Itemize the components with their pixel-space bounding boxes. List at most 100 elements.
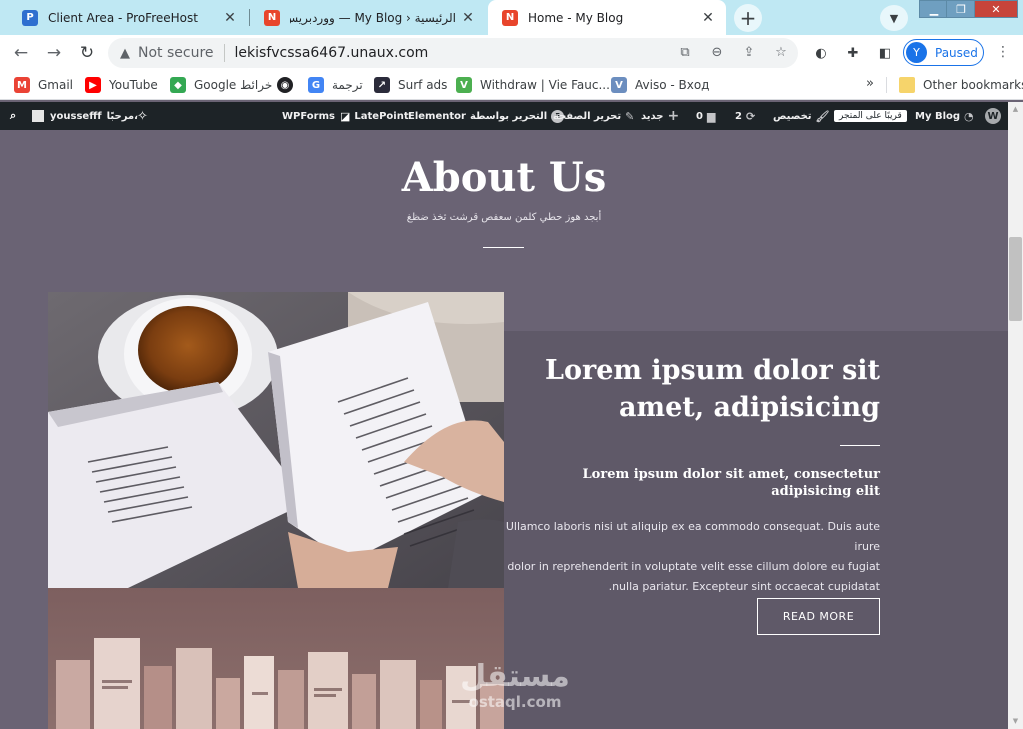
about-subtitle: أبجد هوز حطي كلمن سعفص قرشت ثخذ ضظغ [406, 212, 602, 223]
tab-client-area[interactable]: P Client Area - ProFreeHost ✕ [8, 0, 248, 35]
feature-divider [840, 445, 880, 446]
scroll-up-icon[interactable]: ▲ [1011, 106, 1020, 113]
tab-title: الرئيسية ‹ My Blog — ووردبريس [290, 10, 456, 25]
wp-user-menu[interactable]: youssefff مرحبًا، [32, 102, 138, 130]
divider [886, 77, 887, 93]
address-bar[interactable]: ▲ Not secure lekisfvcssa6467.unaux.com [108, 38, 798, 68]
page-content: About Us أبجد هوز حطي كلمن سعفص قرشت ثخذ… [0, 130, 1008, 729]
new-tab-button[interactable]: + [734, 4, 762, 32]
bookmark-label: Withdraw | Vie Fauc... [480, 78, 610, 92]
surf-ads-icon: ↗ [374, 77, 390, 93]
wp-wpforms-menu[interactable]: WPForms [282, 102, 335, 130]
extensions-puzzle-icon[interactable]: ✚ [844, 44, 862, 62]
scroll-down-icon[interactable]: ▼ [1011, 718, 1020, 725]
bookmark-gmail[interactable]: M Gmail [14, 76, 73, 94]
bookmark-youtube[interactable]: ▶ YouTube [85, 76, 158, 94]
bookmark-globe[interactable]: ◉ [277, 76, 301, 94]
wp-logo-menu[interactable]: W [985, 102, 1001, 130]
bookmark-star-icon[interactable]: ☆ [772, 43, 790, 61]
side-panel-icon[interactable]: ◧ [876, 44, 894, 62]
minimize-button[interactable]: ▁ [919, 0, 949, 18]
tab-title: Client Area - ProFreeHost [48, 10, 198, 25]
bookmark-google-maps[interactable]: ◆ Google خرائط [170, 76, 272, 94]
wp-admin-bar: ⌕ youssefff مرحبًا، ✧ WPForms ◪ LatePoin… [0, 102, 1008, 130]
old-books-image [48, 588, 504, 729]
wp-elementor-label: Elementor [408, 110, 466, 122]
wp-updates[interactable]: 2 ⟳ [735, 102, 759, 130]
tab-search-button[interactable]: ▼ [880, 5, 908, 31]
bookmark-label: Surf ads [398, 78, 448, 92]
gmail-icon: M [14, 77, 30, 93]
about-divider [483, 247, 524, 248]
wp-site-label: My Blog [915, 110, 961, 122]
wp-store-pill: قريبًا على المتجر [834, 110, 907, 122]
back-button[interactable]: ← [9, 41, 33, 65]
tab-home-my-blog[interactable]: N Home - My Blog ✕ [488, 0, 726, 35]
wp-edit-with-elementor[interactable]: Elementor التحرير بواسطة E [408, 102, 568, 130]
scrollbar-thumb[interactable] [1009, 237, 1022, 321]
bookmark-label: Gmail [38, 78, 74, 92]
security-status[interactable]: Not secure [138, 45, 214, 61]
feature-body-line-3: .nulla pariatur. Excepteur sint occaecat… [608, 580, 880, 593]
comment-icon: ▆ [706, 109, 716, 123]
wp-latepoint-menu[interactable]: ◪ LatePoint [336, 102, 409, 130]
translate-page-icon[interactable]: ⧉ [676, 43, 694, 61]
tea-and-book-photo [48, 292, 504, 588]
wp-edit-page[interactable]: تحرير الصفحة ✎ [553, 102, 638, 130]
wp-site-name[interactable]: My Blog ◔ [915, 102, 978, 130]
close-icon[interactable]: ✕ [218, 10, 242, 26]
forward-button[interactable]: → [42, 41, 66, 65]
wp-comments-count: 0 [696, 110, 703, 122]
tea-and-book-image [48, 292, 504, 588]
bookmark-surf-ads[interactable]: ↗ Surf ads [374, 76, 447, 94]
bookmarks-bar: M Gmail ▶ YouTube ◆ Google خرائط ◉ G ترج… [0, 70, 1023, 100]
wp-new-content[interactable]: جديد + [641, 102, 683, 130]
bookmark-label: ترجمة [332, 78, 363, 92]
avatar [32, 110, 44, 122]
feature-title: Lorem ipsum dolor sit amet, adipisicing [510, 352, 880, 426]
wp-updates-count: 2 [735, 110, 742, 122]
wp-search-icon[interactable]: ⌕ [6, 102, 20, 130]
share-icon[interactable]: ⇪ [740, 43, 758, 61]
bookmark-other[interactable]: Other bookmarks [899, 76, 1023, 94]
bookmark-label: Aviso - Вход [635, 78, 710, 92]
wp-comments[interactable]: 0 ▆ [696, 102, 719, 130]
wp-customize[interactable]: تخصيص 🖌 [773, 102, 834, 130]
wp-ai-sparkle-icon[interactable]: ✧ [133, 102, 152, 130]
plus-icon: + [667, 108, 680, 124]
wp-new-label: جديد [641, 110, 664, 122]
wordpress-site-icon: N [264, 9, 280, 26]
maximize-button[interactable]: ❐ [946, 0, 976, 18]
globe-icon: ◉ [277, 77, 293, 93]
translate-icon: G [308, 77, 324, 93]
about-title: About Us [401, 154, 607, 201]
close-icon[interactable]: ✕ [696, 10, 720, 26]
page-scrollbar[interactable] [1008, 102, 1023, 729]
warning-icon: ▲ [120, 45, 130, 61]
planet-extension-icon[interactable]: ◐ [812, 44, 830, 62]
profile-button[interactable]: Y Paused [903, 39, 984, 66]
wp-store-coming-soon[interactable]: قريبًا على المتجر [834, 102, 907, 130]
arrow-left-icon: ← [13, 43, 29, 63]
more-bookmarks-icon[interactable]: » [866, 76, 874, 91]
close-window-button[interactable]: ✕ [974, 0, 1018, 18]
faucet-icon: V [456, 77, 472, 93]
tab-wordpress-dashboard[interactable]: N الرئيسية ‹ My Blog — ووردبريس ✕ [250, 0, 486, 35]
youtube-icon: ▶ [85, 77, 101, 93]
watermark-arabic: مستقل [460, 659, 570, 694]
bookmark-withdraw[interactable]: V Withdraw | Vie Fauc... [456, 76, 610, 94]
brush-icon: 🖌 [815, 109, 830, 123]
zoom-icon[interactable]: ⊖ [708, 43, 726, 61]
reload-button[interactable]: ↻ [75, 41, 99, 65]
bookmark-translate[interactable]: G ترجمة [308, 76, 363, 94]
browser-toolbar: ← → ↻ ▲ Not secure lekisfvcssa6467.unaux… [0, 35, 1023, 70]
avatar: Y [906, 42, 927, 63]
more-menu-icon[interactable]: ⋮ [996, 44, 1010, 60]
divider [223, 44, 225, 62]
tab-strip: P Client Area - ProFreeHost ✕ N الرئيسية… [0, 0, 1023, 35]
url-text[interactable]: lekisfvcssa6467.unaux.com [235, 45, 429, 61]
bookmark-aviso[interactable]: V Aviso - Вход [611, 76, 709, 94]
read-more-button[interactable]: READ MORE [757, 598, 880, 635]
wp-wpforms-label: WPForms [282, 110, 335, 122]
close-icon[interactable]: ✕ [456, 10, 480, 26]
